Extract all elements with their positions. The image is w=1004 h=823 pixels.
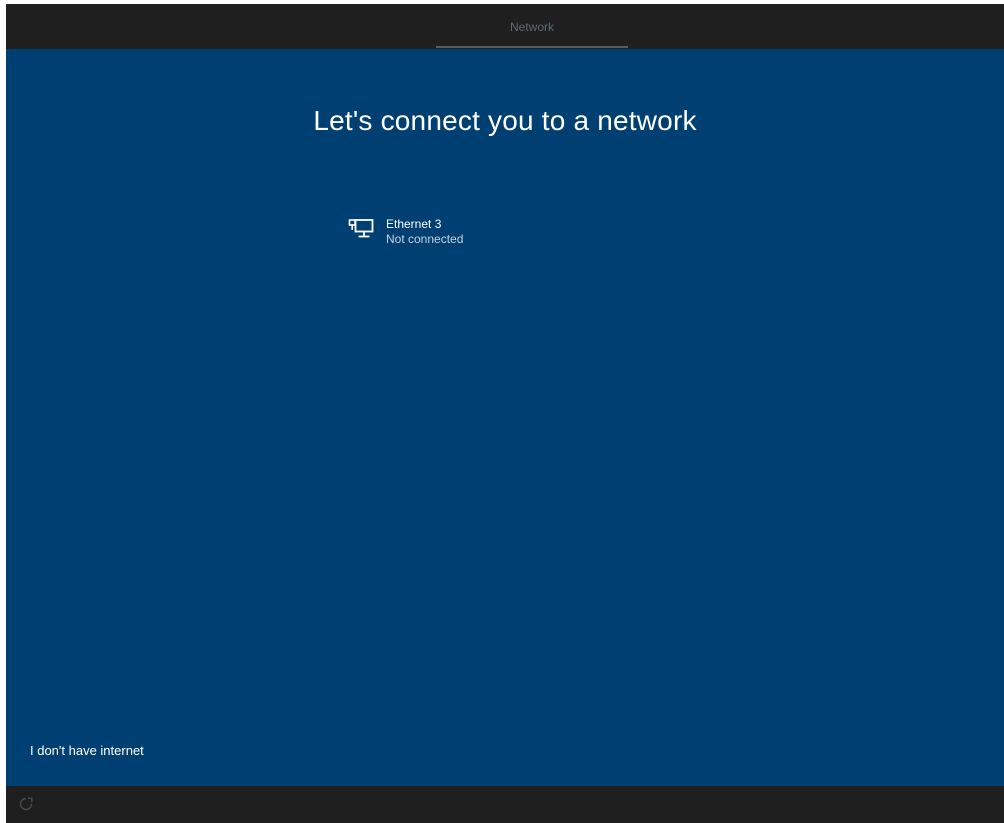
page-title: Let's connect you to a network: [313, 105, 697, 136]
network-item-ethernet[interactable]: Ethernet 3 Not connected: [346, 214, 526, 252]
step-tab-network: Network: [436, 4, 628, 49]
network-text: Ethernet 3 Not connected: [386, 214, 463, 247]
oobe-window: Network Let's connect you to a network E…: [6, 4, 1004, 823]
bottom-bar: [6, 786, 1004, 823]
network-status: Not connected: [386, 232, 464, 246]
step-tab-label: Network: [509, 19, 554, 34]
step-tab-underline: [436, 46, 628, 48]
network-name: Ethernet 3: [386, 217, 442, 231]
main-content: Let's connect you to a network Ethernet …: [6, 49, 1004, 786]
top-progress-bar: Network: [6, 4, 1004, 49]
ethernet-icon: [346, 214, 376, 244]
no-internet-link[interactable]: I don't have internet: [30, 743, 144, 759]
accessibility-icon[interactable]: [18, 796, 34, 812]
